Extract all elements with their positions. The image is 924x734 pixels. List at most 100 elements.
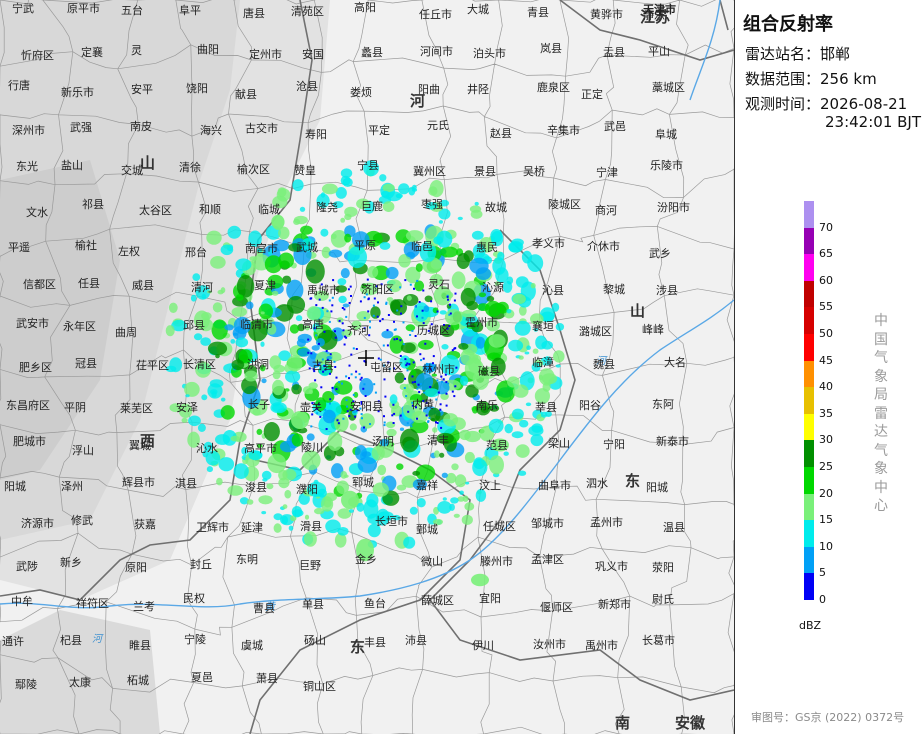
echo-pixel (399, 286, 402, 289)
city-label: 灵石 (428, 278, 450, 291)
colorbar-label: 20 (819, 486, 833, 500)
echo-cell (396, 463, 404, 471)
city-label: 陵城区 (548, 198, 581, 211)
city-label: 平遥 (8, 241, 30, 254)
echo-pixel (392, 403, 395, 406)
echo-cell (230, 435, 240, 442)
city-label: 平阴 (64, 401, 86, 414)
unit-label: dBZ (799, 619, 822, 632)
echo-pixel (329, 372, 331, 375)
city-label: 盐山 (61, 159, 83, 172)
echo-cell (206, 466, 213, 473)
echo-cell (444, 309, 463, 326)
time-label: 观测时间： (745, 95, 821, 113)
city-label: 任城区 (483, 520, 516, 533)
city-label: 萧县 (256, 672, 278, 685)
city-label: 清河 (191, 281, 213, 294)
echo-cell (385, 266, 399, 280)
city-label: 金乡 (355, 553, 377, 566)
echo-cell (488, 334, 506, 348)
echo-cell (190, 294, 197, 302)
echo-pixel (334, 330, 336, 333)
echo-pixel (308, 367, 311, 370)
echo-pixel (337, 422, 340, 425)
echo-pixel (377, 301, 379, 304)
echo-cell (515, 276, 529, 288)
echo-pixel (430, 300, 433, 303)
city-label: 鹿泉区 (537, 81, 570, 94)
echo-cell (260, 341, 265, 347)
city-label: 惠民 (476, 241, 498, 254)
colorbar-segment (804, 360, 814, 388)
echo-pixel (379, 320, 382, 323)
colorbar-segment (804, 227, 814, 255)
echo-pixel (317, 342, 320, 345)
echo-cell (409, 506, 418, 515)
city-label: 新郑市 (598, 598, 631, 611)
echo-pixel (410, 425, 413, 428)
radar-map[interactable]: 山西河东山东南安徽 江苏 天津市河黄河宁武 原平市 五台 阜平 唐县 清苑区 高阳 任丘市 大城 青县… (0, 0, 735, 734)
echo-cell (235, 258, 252, 271)
echo-pixel (363, 316, 366, 319)
city-label: 濮阳 (296, 483, 318, 496)
city-label: 睢县 (129, 639, 151, 652)
echo-cell (269, 355, 282, 370)
echo-cell (287, 355, 303, 372)
echo-pixel (423, 391, 426, 394)
echo-cell (465, 481, 470, 485)
city-label: 武城 (296, 241, 318, 254)
city-label: 和顺 (199, 203, 221, 216)
city-label: 范县 (486, 439, 508, 452)
city-label: 新乐市 (61, 86, 94, 99)
echo-cell (408, 186, 416, 196)
echo-pixel (334, 366, 337, 368)
echo-cell (235, 294, 244, 301)
echo-pixel (386, 344, 389, 347)
echo-cell (461, 514, 473, 526)
echo-cell (271, 215, 285, 229)
city-label: 武乡 (649, 247, 671, 260)
city-label: 忻府区 (21, 49, 54, 62)
echo-pixel (422, 289, 425, 292)
echo-cell (258, 495, 273, 505)
echo-cell (282, 504, 288, 509)
echo-pixel (403, 387, 406, 389)
echo-cell (303, 531, 317, 547)
echo-cell (192, 273, 201, 281)
echo-pixel (350, 295, 352, 297)
echo-pixel (328, 299, 331, 302)
city-label: 郓城 (352, 476, 374, 489)
city-label: 巩义市 (595, 560, 628, 573)
echo-cell (424, 388, 440, 398)
echo-cell (288, 525, 294, 531)
echo-pixel (409, 283, 412, 286)
colorbar-segment (804, 493, 814, 521)
city-label: 阳谷 (579, 399, 601, 412)
city-label: 梁山 (548, 437, 570, 450)
echo-cell (185, 394, 190, 398)
city-label: 襄垣 (532, 320, 554, 333)
city-label: 滕州市 (480, 555, 513, 568)
echo-cell (299, 206, 306, 212)
station-row: 雷达站名：邯郸 (745, 43, 850, 64)
city-label: 孝义市 (532, 237, 565, 250)
colorbar-segment (804, 573, 814, 600)
range-value: 256 km (820, 70, 877, 88)
city-label: 娄烦 (350, 86, 372, 99)
city-label: 邹城市 (531, 517, 564, 530)
city-label: 隆尧 (316, 201, 338, 214)
echo-cell (227, 225, 242, 239)
echo-pixel (329, 402, 331, 405)
city-label: 武陟 (16, 560, 38, 573)
echo-pixel (441, 380, 443, 383)
city-label: 榆社 (75, 239, 97, 252)
echo-cell (246, 499, 254, 505)
city-label: 伊川 (472, 639, 494, 652)
city-label: 获嘉 (134, 518, 156, 531)
echo-pixel (323, 330, 326, 333)
colorbar-segment (804, 520, 814, 547)
city-label: 汝州市 (533, 638, 566, 651)
echo-pixel (346, 405, 348, 408)
echo-cell (502, 280, 513, 293)
echo-cell (514, 320, 531, 336)
